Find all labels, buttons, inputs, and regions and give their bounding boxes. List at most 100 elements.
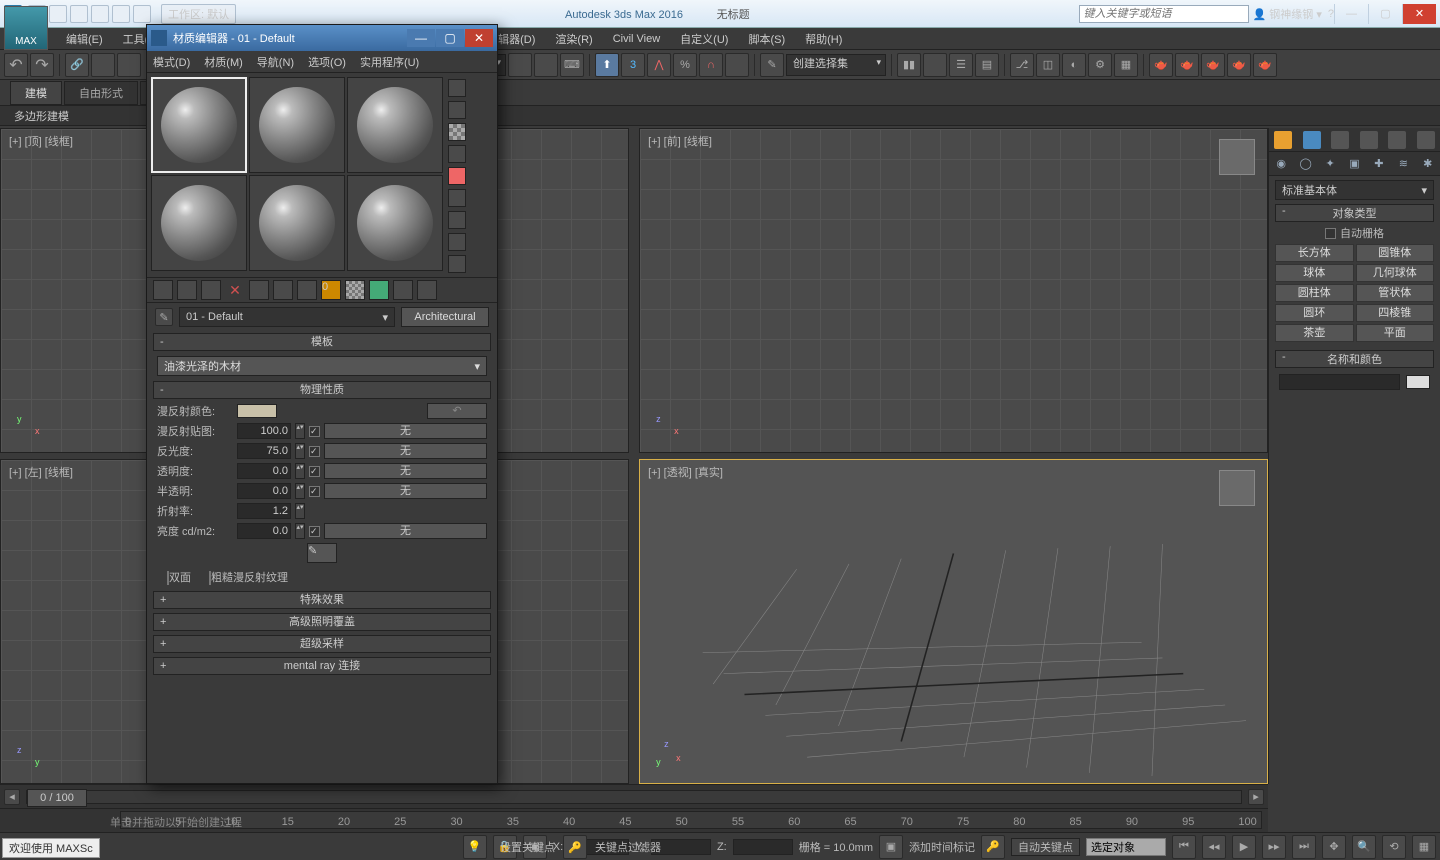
- render-last-icon[interactable]: 🫖: [1253, 53, 1277, 77]
- setkey-button[interactable]: 设置关键点: [500, 839, 555, 855]
- mentalray-rollout[interactable]: mental ray 连接: [153, 657, 491, 675]
- nav-zoom-icon[interactable]: 🔍: [1352, 835, 1376, 859]
- btn-box[interactable]: 长方体: [1275, 244, 1354, 262]
- shapes-icon[interactable]: ◯: [1293, 152, 1317, 175]
- mated-close[interactable]: ✕: [465, 29, 493, 47]
- nav-pan-icon[interactable]: ✥: [1322, 835, 1346, 859]
- get-material-icon[interactable]: [153, 280, 173, 300]
- spinner-arrows[interactable]: ▴▾: [295, 423, 305, 439]
- keyfilter-label[interactable]: 关键点过滤器: [595, 839, 661, 855]
- close-button[interactable]: ✕: [1402, 4, 1436, 24]
- make-unique-icon[interactable]: [273, 280, 293, 300]
- viewcube-icon[interactable]: [1219, 139, 1255, 175]
- render-setup-icon[interactable]: ⚙: [1088, 53, 1112, 77]
- put-to-scene-icon[interactable]: [177, 280, 197, 300]
- options-icon[interactable]: [448, 211, 466, 229]
- ior-spinner[interactable]: 1.2: [237, 503, 291, 519]
- nav-orbit-icon[interactable]: ⟲: [1382, 835, 1406, 859]
- sample-uv-icon[interactable]: [448, 145, 466, 163]
- mated-menu-nav[interactable]: 导航(N): [257, 54, 294, 70]
- shininess-spinner[interactable]: 75.0: [237, 443, 291, 459]
- viewport-label-top[interactable]: [+] [顶] [线框]: [9, 133, 73, 149]
- mated-minimize[interactable]: —: [407, 29, 435, 47]
- btn-geosphere[interactable]: 几何球体: [1356, 264, 1435, 282]
- goto-end-icon[interactable]: ⏭: [1292, 835, 1316, 859]
- diffuse-color-swatch[interactable]: [237, 404, 277, 418]
- spinner-arrows[interactable]: ▴▾: [295, 523, 305, 539]
- adv-lighting-rollout[interactable]: 高级照明覆盖: [153, 613, 491, 631]
- diffuse-map-checkbox[interactable]: [309, 426, 320, 437]
- show-in-vp-icon[interactable]: [345, 280, 365, 300]
- space-icon[interactable]: ≋: [1391, 152, 1415, 175]
- snap-toggle-icon[interactable]: ⬆: [595, 53, 619, 77]
- application-menu-button[interactable]: MAX: [4, 6, 48, 50]
- luminance-spinner[interactable]: 0.0: [237, 523, 291, 539]
- render-cloud-icon[interactable]: 🫖: [1227, 53, 1251, 77]
- curve-editor-icon[interactable]: ⎇: [1010, 53, 1034, 77]
- utility-icon[interactable]: [1417, 131, 1435, 149]
- time-next-icon[interactable]: ▸: [1248, 789, 1264, 805]
- time-slider-track[interactable]: 0 / 100: [26, 790, 1242, 804]
- edit-set-icon[interactable]: [725, 53, 749, 77]
- help-search-input[interactable]: [1079, 5, 1249, 23]
- template-rollout-header[interactable]: 模板: [153, 333, 491, 351]
- ribbon-icon[interactable]: ▤: [975, 53, 999, 77]
- helpers-icon[interactable]: ✚: [1367, 152, 1391, 175]
- viewcube-icon[interactable]: [1219, 470, 1255, 506]
- redo-button[interactable]: ↷: [30, 53, 54, 77]
- manip-icon[interactable]: [534, 53, 558, 77]
- luminance-checkbox[interactable]: [309, 526, 320, 537]
- sample-slot-6[interactable]: [347, 175, 443, 271]
- pick-material-icon[interactable]: ✎: [155, 308, 173, 326]
- go-parent-icon[interactable]: [393, 280, 413, 300]
- physical-rollout-header[interactable]: 物理性质: [153, 381, 491, 399]
- schematic-icon[interactable]: ◫: [1036, 53, 1060, 77]
- viewport-label-left[interactable]: [+] [左] [线框]: [9, 464, 73, 480]
- obj-type-header[interactable]: 对象类型: [1275, 204, 1434, 222]
- spinner-arrows[interactable]: ▴▾: [295, 463, 305, 479]
- reset-map-icon[interactable]: ✕: [225, 280, 245, 300]
- menu-render[interactable]: 渲染(R): [545, 31, 602, 47]
- menu-help[interactable]: 帮助(H): [795, 31, 852, 47]
- render-active-icon[interactable]: 🫖: [1201, 53, 1225, 77]
- snap-3-icon[interactable]: 3: [621, 53, 645, 77]
- sample-slot-4[interactable]: [151, 175, 247, 271]
- percent-snap-icon[interactable]: %: [673, 53, 697, 77]
- mated-menu-mode[interactable]: 模式(D): [153, 54, 190, 70]
- category-dropdown[interactable]: 标准基本体▾: [1275, 180, 1434, 200]
- translucency-checkbox[interactable]: [309, 486, 320, 497]
- menu-script[interactable]: 脚本(S): [738, 31, 795, 47]
- layer-icon[interactable]: ☰: [949, 53, 973, 77]
- time-slider[interactable]: ◂ 0 / 100 ▸: [0, 784, 1268, 808]
- template-dropdown[interactable]: 油漆光泽的木材▾: [157, 356, 487, 376]
- mated-menu-options[interactable]: 选项(O): [308, 54, 346, 70]
- named-set-dropdown[interactable]: 创建选择集: [786, 54, 886, 76]
- menu-civilview[interactable]: Civil View: [603, 33, 670, 45]
- motion-icon[interactable]: [1360, 131, 1378, 149]
- btn-plane[interactable]: 平面: [1356, 324, 1435, 342]
- select-by-icon[interactable]: [448, 233, 466, 251]
- systems-icon[interactable]: ✱: [1416, 152, 1440, 175]
- time-prev-icon[interactable]: ◂: [4, 789, 20, 805]
- maximize-button[interactable]: ▢: [1368, 4, 1402, 24]
- autogrid-checkbox[interactable]: [1325, 228, 1336, 239]
- material-type-button[interactable]: Architectural: [401, 307, 489, 327]
- menu-edit[interactable]: 编辑(E): [56, 31, 113, 47]
- hierarchy-icon[interactable]: [1331, 131, 1349, 149]
- next-frame-icon[interactable]: ▸▸: [1262, 835, 1286, 859]
- make-preview-icon[interactable]: [448, 189, 466, 207]
- display-icon[interactable]: [1388, 131, 1406, 149]
- lights-icon[interactable]: ✦: [1318, 152, 1342, 175]
- sun-icon[interactable]: [1274, 131, 1292, 149]
- nav-max-icon[interactable]: ▦: [1412, 835, 1436, 859]
- shininess-checkbox[interactable]: [309, 446, 320, 457]
- sample-slot-3[interactable]: [347, 77, 443, 173]
- angle-snap-icon[interactable]: ⋀: [647, 53, 671, 77]
- unlink-icon[interactable]: [91, 53, 115, 77]
- welcome-script-tab[interactable]: 欢迎使用 MAXSc: [2, 838, 100, 858]
- eyedropper-icon[interactable]: ✎: [307, 543, 337, 563]
- sample-slot-1[interactable]: [151, 77, 247, 173]
- sample-type-icon[interactable]: [448, 79, 466, 97]
- btn-cone[interactable]: 圆锥体: [1356, 244, 1435, 262]
- object-color-swatch[interactable]: [1406, 375, 1430, 389]
